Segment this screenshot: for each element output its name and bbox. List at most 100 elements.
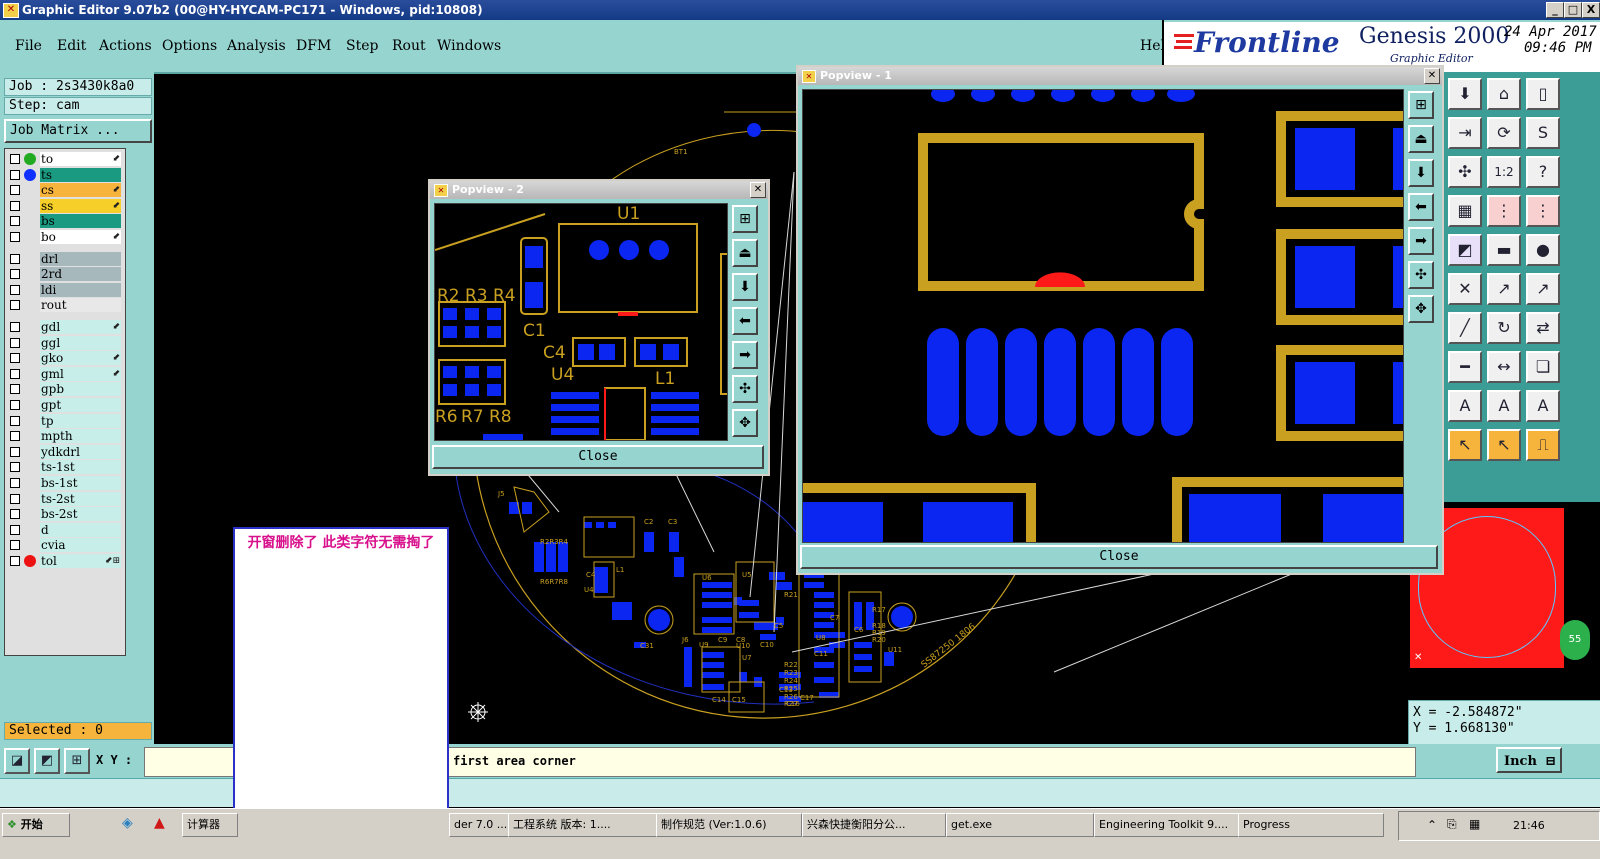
- save-button[interactable]: ⬇: [1448, 78, 1482, 110]
- popview-1-canvas[interactable]: [802, 89, 1404, 543]
- tray-network-icon[interactable]: ▦: [1469, 817, 1480, 831]
- pv1-pan-down-button[interactable]: ⬇: [1408, 159, 1434, 187]
- layer-row-mpth[interactable]: mpth: [8, 429, 122, 444]
- layer-checkbox[interactable]: [10, 556, 20, 566]
- layer-row-ts[interactable]: ts: [8, 167, 122, 182]
- layer-checkbox[interactable]: [10, 169, 20, 180]
- task-engineering-toolkit[interactable]: Engineering Toolkit 9....: [1094, 813, 1240, 837]
- grid-toggle-button[interactable]: ⊞: [64, 748, 90, 774]
- snap-mode-2-button[interactable]: ◩: [34, 748, 60, 774]
- tray-up-icon[interactable]: ⌃: [1427, 818, 1437, 832]
- shapes-button[interactable]: ❏: [1526, 351, 1560, 383]
- snap-center-button[interactable]: ↗: [1526, 273, 1560, 305]
- arc-button[interactable]: ↻: [1487, 312, 1521, 344]
- minimize-button[interactable]: _: [1546, 2, 1564, 18]
- pv2-pan-left-button[interactable]: ⬅: [732, 307, 758, 335]
- popview-1-close-x[interactable]: ✕: [1424, 68, 1440, 84]
- layer-row-bs-1st[interactable]: bs-1st: [8, 476, 122, 490]
- popview-2-canvas[interactable]: U1 R2 R3 R4 C1 C4 U4 L1 R6 R7 R8: [434, 203, 728, 441]
- task-engineering-system[interactable]: 工程系统 版本: 1....: [508, 813, 658, 837]
- export-button[interactable]: ⇥: [1448, 117, 1482, 149]
- layer-row-bs-2st[interactable]: bs-2st: [8, 507, 122, 522]
- layer-row-cvia[interactable]: cvia: [8, 538, 122, 553]
- layer-checkbox[interactable]: [10, 540, 20, 551]
- menu-edit[interactable]: Edit: [57, 38, 86, 54]
- horizontal-button[interactable]: ━: [1448, 351, 1482, 383]
- task-progress[interactable]: Progress: [1238, 813, 1384, 837]
- layer-row-cs[interactable]: cs ⬋: [8, 183, 122, 198]
- ruler-button[interactable]: ▬: [1487, 234, 1521, 266]
- layer-checkbox[interactable]: [10, 384, 20, 395]
- window-button[interactable]: ▯: [1526, 78, 1560, 110]
- layer-checkbox[interactable]: [10, 509, 20, 520]
- menu-windows[interactable]: Windows: [437, 38, 501, 54]
- close-window-button[interactable]: X: [1582, 2, 1600, 18]
- text-a2-button[interactable]: A: [1487, 390, 1521, 422]
- menu-actions[interactable]: Actions: [99, 38, 152, 54]
- quicklaunch-pdf-icon[interactable]: ▲: [154, 815, 165, 831]
- layer-checkbox[interactable]: [10, 462, 20, 473]
- pointer-button[interactable]: ↖: [1448, 429, 1482, 461]
- measure-layers-button[interactable]: ⋮: [1526, 195, 1560, 227]
- pv1-pan-up-button[interactable]: ⏏: [1408, 125, 1434, 153]
- distance-button[interactable]: ↔: [1487, 351, 1521, 383]
- layer-row-ts-2st[interactable]: ts-2st: [8, 491, 122, 506]
- unit-select[interactable]: Inch ⊟: [1496, 747, 1562, 773]
- text-a1-button[interactable]: A: [1448, 390, 1482, 422]
- step-button[interactable]: S: [1526, 117, 1560, 149]
- layer-checkbox[interactable]: [10, 216, 20, 227]
- layer-checkbox[interactable]: [10, 353, 20, 364]
- flip-button[interactable]: ⇄: [1526, 312, 1560, 344]
- pv1-zoom-fit-button[interactable]: ✣: [1408, 261, 1434, 289]
- line-button[interactable]: ╱: [1448, 312, 1482, 344]
- layer-checkbox[interactable]: [10, 154, 20, 164]
- quicklaunch-ie-icon[interactable]: ◈: [122, 815, 133, 831]
- layer-checkbox[interactable]: [10, 232, 20, 242]
- task-spec[interactable]: 制作规范 (Ver:1.0.6): [656, 813, 802, 837]
- pv2-zoom-home-button[interactable]: ⊞: [732, 205, 758, 233]
- layer-row-to[interactable]: to ⬋: [8, 152, 122, 166]
- layer-checkbox[interactable]: [10, 493, 20, 504]
- pv1-zoom-area-button[interactable]: ✥: [1408, 295, 1434, 323]
- layer-checkbox[interactable]: [10, 478, 20, 488]
- pv2-zoom-fit-button[interactable]: ✣: [732, 375, 758, 403]
- select-area-button[interactable]: ◩: [1448, 234, 1482, 266]
- pointer-select-button[interactable]: ↖: [1487, 429, 1521, 461]
- menu-file[interactable]: File: [15, 38, 42, 54]
- layer-checkbox[interactable]: [10, 284, 20, 295]
- layer-row-rout[interactable]: rout: [8, 298, 122, 313]
- layer-row-gko[interactable]: gko ⬋: [8, 351, 122, 366]
- one-to-one-button[interactable]: 1:2: [1487, 156, 1521, 188]
- layer-row-gdl[interactable]: gdl ⬋: [8, 320, 122, 334]
- popview-1-close-button[interactable]: Close: [800, 545, 1438, 569]
- help-button[interactable]: ?: [1526, 156, 1560, 188]
- text-a3-button[interactable]: A: [1526, 390, 1560, 422]
- menu-options[interactable]: Options: [162, 38, 217, 54]
- pad-button[interactable]: ●: [1526, 234, 1560, 266]
- layer-checkbox[interactable]: [10, 446, 20, 457]
- layer-row-gpb[interactable]: gpb: [8, 382, 122, 397]
- tray-clipboard-icon[interactable]: ⎘: [1447, 817, 1457, 832]
- layer-checkbox[interactable]: [10, 431, 20, 442]
- layer-checkbox[interactable]: [10, 400, 20, 410]
- layer-row-ldi[interactable]: ldi: [8, 282, 122, 297]
- pv2-pan-right-button[interactable]: ➡: [732, 341, 758, 369]
- layer-row-ss[interactable]: ss ⬋: [8, 198, 122, 213]
- layer-checkbox[interactable]: [10, 253, 20, 264]
- layer-row-ts-1st[interactable]: ts-1st: [8, 460, 122, 475]
- menu-dfm[interactable]: DFM: [296, 38, 331, 54]
- layer-row-bo[interactable]: bo ⬋: [8, 230, 122, 244]
- layer-checkbox[interactable]: [10, 368, 20, 379]
- layer-row-drl[interactable]: drl: [8, 251, 122, 266]
- layer-row-2rd[interactable]: 2rd: [8, 267, 122, 282]
- popview-2-close-x[interactable]: ✕: [750, 182, 766, 198]
- layer-row-gml[interactable]: gml ⬋: [8, 366, 122, 381]
- snap-point-button[interactable]: ↗: [1487, 273, 1521, 305]
- pv2-pan-down-button[interactable]: ⬇: [732, 273, 758, 301]
- menu-rout[interactable]: Rout: [392, 38, 426, 54]
- pv2-zoom-area-button[interactable]: ✥: [732, 409, 758, 437]
- pv1-pan-right-button[interactable]: ➡: [1408, 227, 1434, 255]
- layer-checkbox[interactable]: [10, 185, 20, 196]
- layer-checkbox[interactable]: [10, 200, 20, 211]
- grid-button[interactable]: ▦: [1448, 195, 1482, 227]
